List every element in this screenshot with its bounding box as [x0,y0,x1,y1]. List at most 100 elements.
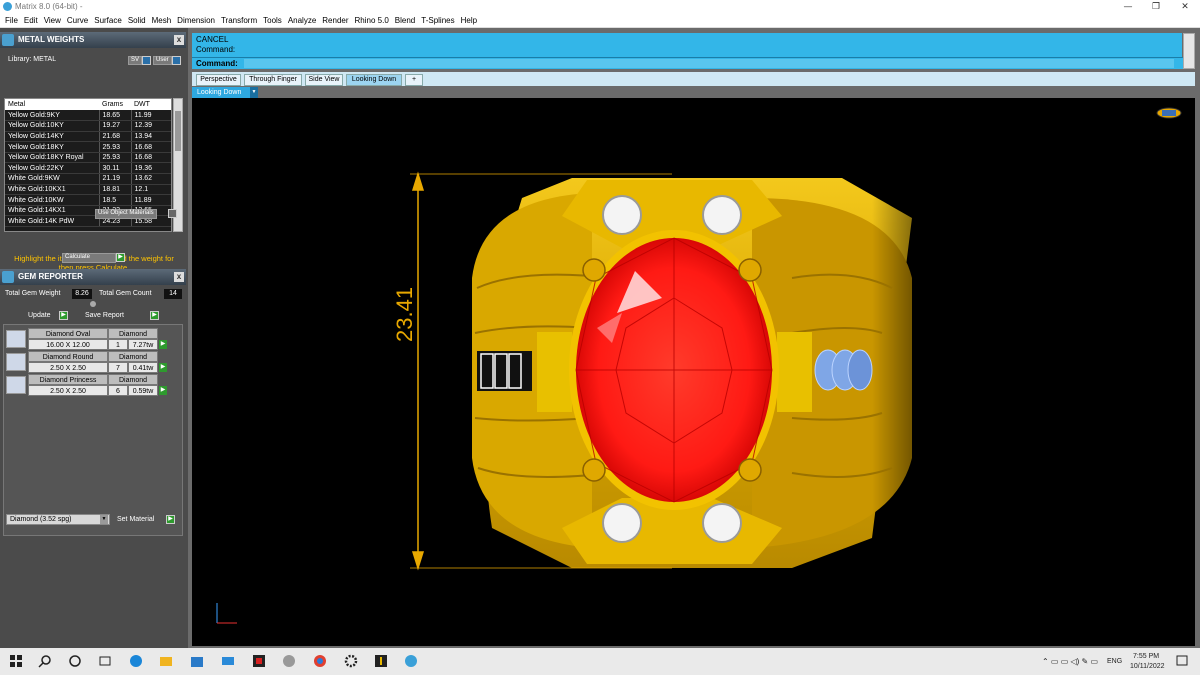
table-row[interactable]: White Gold:9KW 21.19 13.62 [5,173,171,185]
tab-perspective[interactable]: Perspective [196,74,241,86]
calculate-go-icon[interactable]: ▶ [116,253,125,262]
menu-file[interactable]: File [2,14,21,28]
close-button[interactable]: ✕ [1170,0,1200,14]
maximize-button[interactable]: ❐ [1141,0,1171,14]
close-icon[interactable]: x [174,35,184,45]
table-row[interactable]: Yellow Gold:18KY 25.93 16.68 [5,141,171,153]
tab-looking-down[interactable]: Looking Down [346,74,402,86]
list-item[interactable]: Diamond Princess 2.50 X 2.50 Diamond 6 0… [4,374,167,396]
scrollbar-thumb[interactable] [175,111,181,151]
menu-surface[interactable]: Surface [91,14,125,28]
table-row[interactable]: Yellow Gold:14KY 21.68 13.94 [5,131,171,143]
menu-edit[interactable]: Edit [21,14,41,28]
use-object-materials-button[interactable]: Use Object Materials [95,209,157,219]
gem-weight: 0.59tw [128,385,158,396]
command-input[interactable] [244,59,1174,68]
search-icon[interactable] [38,654,52,668]
menu-bar: File Edit View Curve Surface Solid Mesh Dimensi… [0,14,1200,28]
update-button[interactable]: Update [28,312,51,319]
menu-tools[interactable]: Tools [260,14,285,28]
set-material-go-icon[interactable]: ▶ [166,515,175,524]
menu-curve[interactable]: Curve [64,14,91,28]
add-tab-button[interactable]: + [405,74,423,86]
user-button[interactable]: User [153,56,172,65]
sv-toggle-icon[interactable] [142,56,151,65]
sv-button[interactable]: SV [128,56,143,65]
file-explorer-icon[interactable] [159,654,173,668]
splitter-handle-icon[interactable] [90,301,96,307]
chevron-down-icon[interactable]: ▼ [250,87,258,98]
set-material-button[interactable]: Set Material [117,516,154,523]
tab-through-finger[interactable]: Through Finger [244,74,302,86]
store-icon[interactable] [190,654,204,668]
menu-analyze[interactable]: Analyze [285,14,319,28]
round-gem-icon [6,353,26,371]
app-gray-icon[interactable] [282,654,296,668]
select-gem-icon[interactable]: ▶ [159,386,167,395]
update-go-icon[interactable]: ▶ [59,311,68,320]
select-gem-icon[interactable]: ▶ [159,340,167,349]
save-report-button[interactable]: Save Report [85,312,124,319]
viewport-label[interactable]: Looking Down ▼ [192,87,258,98]
matrix-app-icon[interactable] [404,654,418,668]
gem-size: 2.50 X 2.50 [28,385,108,396]
menu-mesh[interactable]: Mesh [149,14,175,28]
menu-solid[interactable]: Solid [125,14,149,28]
close-icon[interactable]: x [174,272,184,282]
menu-rhino[interactable]: Rhino 5.0 [352,14,392,28]
list-item[interactable]: Diamond Round 2.50 X 2.50 Diamond 7 0.41… [4,351,167,373]
table-row[interactable]: White Gold:10KX1 18.81 12.1 [5,184,171,196]
language-indicator[interactable]: ENG [1107,658,1122,665]
gem-reporter-header: GEM REPORTER x [0,269,186,285]
use-object-materials-toggle[interactable] [168,209,177,218]
gem-weight: 7.27tw [128,339,158,350]
view-cube-icon[interactable] [1156,107,1182,119]
select-gem-icon[interactable]: ▶ [159,363,167,372]
tray-icons[interactable]: ⌃ ▭ ▭ ◁) ✎ ▭ [1042,657,1098,666]
table-row[interactable]: White Gold:10KW 18.5 11.89 [5,194,171,206]
windows-start-icon[interactable] [9,654,23,668]
column-header-grams[interactable]: Grams [99,99,131,110]
viewport-looking-down[interactable]: 23.41 [192,98,1195,646]
settings-gear-icon[interactable] [344,654,358,668]
mail-icon[interactable] [221,654,235,668]
menu-render[interactable]: Render [319,14,351,28]
edge-icon[interactable] [129,654,143,668]
column-header-dwt[interactable]: DWT [131,99,171,110]
metal-grams: 30.11 [98,162,131,175]
column-header-metal[interactable]: Metal [5,99,99,110]
clock-time[interactable]: 7:55 PM [1133,653,1159,660]
menu-tsplines[interactable]: T-Splines [418,14,457,28]
gem-weight: 0.41tw [128,362,158,373]
app-red-icon[interactable] [252,654,266,668]
cortana-icon[interactable] [68,654,82,668]
notification-icon[interactable] [1175,654,1189,668]
menu-dimension[interactable]: Dimension [174,14,218,28]
tab-side-view[interactable]: Side View [305,74,343,86]
menu-blend[interactable]: Blend [392,14,418,28]
table-row[interactable]: Yellow Gold:9KY 18.65 11.99 [5,110,171,122]
task-view-icon[interactable] [98,654,112,668]
metal-name: Yellow Gold:18KY [5,141,99,153]
clock-date[interactable]: 10/11/2022 [1130,663,1165,670]
table-row[interactable]: Yellow Gold:10KY 19.27 12.39 [5,120,171,132]
metal-name: White Gold:14K PdW [5,215,99,228]
user-toggle-icon[interactable] [172,56,181,65]
menu-view[interactable]: View [41,14,64,28]
minimize-button[interactable]: — [1113,0,1143,14]
list-item[interactable]: Diamond Oval 16.00 X 12.00 Diamond 1 7.2… [4,328,167,350]
chrome-icon[interactable] [313,654,327,668]
right-channel-round-stones [814,349,873,391]
command-scrollbar[interactable] [1183,33,1195,69]
save-report-go-icon[interactable]: ▶ [150,311,159,320]
calculate-button[interactable]: Calculate [62,253,116,263]
table-row[interactable]: Yellow Gold:18KY Royal 25.93 16.68 [5,152,171,164]
menu-help[interactable]: Help [458,14,480,28]
app-gold-icon[interactable] [374,654,388,668]
material-select[interactable]: Diamond (3.52 spg) ▼ [6,514,110,525]
chevron-down-icon[interactable]: ▼ [100,515,108,524]
total-gem-count-value: 14 [164,289,182,299]
table-row[interactable]: Yellow Gold:22KY 30.11 19.36 [5,162,171,175]
menu-transform[interactable]: Transform [218,14,260,28]
metal-dwt: 13.62 [130,173,171,185]
